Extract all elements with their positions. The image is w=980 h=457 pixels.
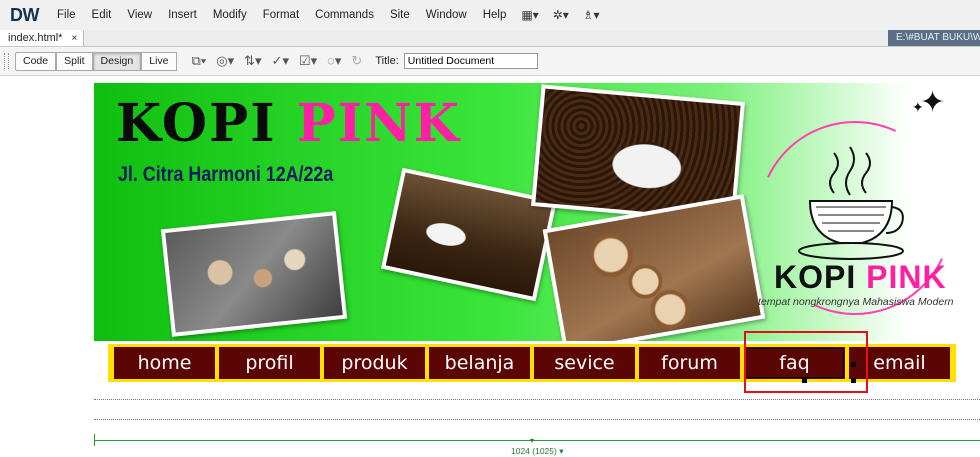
close-icon[interactable]: × xyxy=(71,33,77,44)
nav-forum[interactable]: forum xyxy=(639,347,740,379)
title-label: Title: xyxy=(375,55,399,67)
w3c-validation-icon[interactable]: ✓▾ xyxy=(267,53,294,69)
document-tab-label: index.html* xyxy=(8,32,63,44)
brand-logo-text: KOPI PINK xyxy=(774,259,947,296)
nav-sevice[interactable]: sevice xyxy=(534,347,635,379)
design-view-button[interactable]: Design xyxy=(92,51,142,71)
layout-icon[interactable]: ▦▾ xyxy=(514,8,545,22)
menu-insert[interactable]: Insert xyxy=(160,9,205,21)
ruler-marker-icon: ▾ xyxy=(530,436,535,445)
nav-home[interactable]: home xyxy=(114,347,215,379)
nav-produk[interactable]: produk xyxy=(324,347,425,379)
file-path: E:\#BUAT BUKU\WE xyxy=(888,30,980,46)
width-ruler xyxy=(94,440,980,441)
menu-format[interactable]: Format xyxy=(255,9,307,21)
menu-edit[interactable]: Edit xyxy=(84,9,120,21)
brand-kopi: KOPI xyxy=(774,259,857,295)
header-banner[interactable]: KOPI PINK Jl. Citra Harmoni 12A/22a ✦ ✦ … xyxy=(94,83,980,341)
nav-profil[interactable]: profil xyxy=(219,347,320,379)
resize-handle-bottom[interactable] xyxy=(802,378,807,383)
selection-highlight xyxy=(744,331,868,393)
visual-aids-icon[interactable]: ◌▾ xyxy=(322,53,346,69)
split-view-button[interactable]: Split xyxy=(56,51,93,71)
multiscreen-icon[interactable]: ⧉▾ xyxy=(187,53,212,69)
sparkle-small-icon: ✦ xyxy=(912,99,924,115)
brand-pink: PINK xyxy=(866,259,947,295)
menu-help[interactable]: Help xyxy=(475,9,515,21)
file-management-icon[interactable]: ⇅▾ xyxy=(239,53,266,69)
menu-view[interactable]: View xyxy=(119,9,160,21)
brand-tagline: tempat nongkrongnya Mahasiswa Modern xyxy=(758,296,954,308)
ruler-width-label[interactable]: 1024 (1025) ▾ xyxy=(508,446,567,457)
resize-handle-right[interactable] xyxy=(851,362,856,367)
menu-modify[interactable]: Modify xyxy=(205,9,255,21)
menu-site[interactable]: Site xyxy=(382,9,418,21)
gear-icon[interactable]: ✲▾ xyxy=(546,8,576,22)
nav-belanja[interactable]: belanja xyxy=(429,347,530,379)
live-view-button[interactable]: Live xyxy=(141,51,177,71)
document-tabbar: index.html* × E:\#BUAT BUKU\WE xyxy=(0,30,980,47)
table-guide-1 xyxy=(94,399,980,400)
photo-coffee-cup-beans xyxy=(381,167,557,302)
dreamweaver-logo: DW xyxy=(10,4,40,25)
resize-handle-corner[interactable] xyxy=(851,378,856,383)
code-view-button[interactable]: Code xyxy=(15,51,57,71)
coffee-cup-icon xyxy=(798,146,904,260)
preview-browser-icon[interactable]: ◎▾ xyxy=(211,53,239,69)
menu-commands[interactable]: Commands xyxy=(307,9,382,21)
toolbar-grip[interactable] xyxy=(4,53,9,69)
menu-window[interactable]: Window xyxy=(418,9,475,21)
refresh-icon[interactable]: ↻ xyxy=(346,53,367,69)
banner-address: Jl. Citra Harmoni 12A/22a xyxy=(118,163,334,186)
banner-title-kopi: KOPI xyxy=(116,93,277,154)
ruler-left-tick xyxy=(94,434,95,446)
title-input[interactable] xyxy=(403,53,538,69)
menu-file[interactable]: File xyxy=(49,9,84,21)
check-browser-icon[interactable]: ☑▾ xyxy=(294,53,322,69)
document-tab[interactable]: index.html* × xyxy=(0,30,85,46)
menu-bar: DW File Edit View Insert Modify Format C… xyxy=(0,0,980,30)
banner-title: KOPI PINK xyxy=(116,93,461,154)
document-toolbar: Code Split Design Live ⧉▾ ◎▾ ⇅▾ ✓▾ ☑▾ ◌▾… xyxy=(0,47,980,76)
banner-title-pink: PINK xyxy=(296,93,461,154)
photo-friends-coffee xyxy=(160,211,348,337)
table-guide-2 xyxy=(94,419,980,420)
photo-latte-art xyxy=(542,194,766,341)
site-icon[interactable]: ♗▾ xyxy=(576,8,607,22)
